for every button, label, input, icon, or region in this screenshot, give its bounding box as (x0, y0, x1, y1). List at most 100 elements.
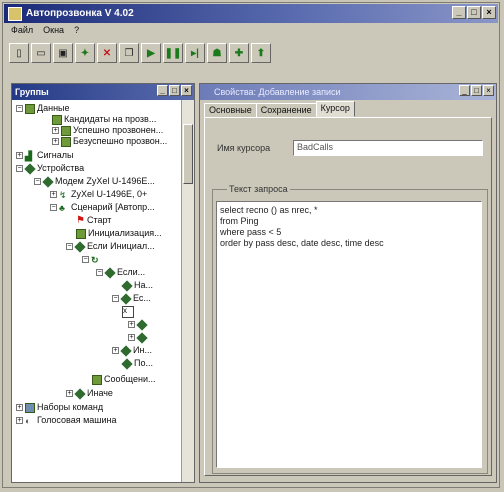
line-icon: ↯ (59, 189, 67, 200)
collapse-icon[interactable]: − (16, 165, 23, 172)
menu-help[interactable]: ? (74, 25, 79, 39)
table-icon (61, 125, 71, 136)
tree-node[interactable]: ⚑ Старт (76, 215, 111, 226)
tree-node[interactable]: Сообщени... (92, 374, 155, 385)
toolbar: ▯ ▭ ▣ ✦ ✕ ❐ ▶ ❚❚ ▸| ☗ ✚ ⬆ (9, 41, 271, 65)
tree-node[interactable]: + Ин... (112, 344, 152, 357)
tab-cursor[interactable]: Курсор (315, 101, 355, 117)
expand-icon[interactable]: + (66, 390, 73, 397)
variable-icon: x (122, 305, 134, 318)
new-icon[interactable]: ▯ (9, 43, 29, 63)
condition-icon (74, 387, 86, 400)
panel-close-button[interactable]: × (483, 85, 494, 96)
tree-node[interactable]: − Устройства (16, 162, 84, 175)
groups-panel: Группы _ □ × − Данные Кандидаты на прозв.… (11, 83, 195, 483)
table-icon (61, 136, 71, 147)
condition-icon (104, 266, 116, 279)
properties-panel: Свойства: Добавление записи _ □ × Основн… (199, 83, 497, 483)
tree-node[interactable]: + ▟ Сигналы (16, 150, 74, 161)
user-icon[interactable]: ☗ (207, 43, 227, 63)
expand-icon[interactable]: + (50, 191, 57, 198)
copy-icon[interactable]: ❐ (119, 43, 139, 63)
expand-icon[interactable]: + (128, 334, 135, 341)
expand-icon[interactable]: + (52, 138, 59, 145)
device-icon (24, 162, 36, 175)
tree-node[interactable]: − ♣ Сценарий [Автопр... (50, 202, 155, 213)
settings-icon[interactable]: ✚ (229, 43, 249, 63)
menu-windows[interactable]: Окна (43, 25, 64, 39)
groups-scrollbar[interactable] (181, 100, 194, 482)
menu-file[interactable]: Файл (11, 25, 33, 39)
panel-minimize-button[interactable]: _ (459, 85, 470, 96)
tree-node[interactable]: Кандидаты на прозв... (52, 114, 156, 125)
tree-node[interactable]: − Ес... (112, 292, 151, 305)
collapse-icon[interactable]: − (34, 178, 41, 185)
minimize-button[interactable]: _ (452, 6, 466, 19)
save-icon[interactable]: ▣ (53, 43, 73, 63)
action-icon (121, 279, 133, 292)
panel-maximize-button[interactable]: □ (471, 85, 482, 96)
action-icon (136, 331, 148, 344)
action-icon (76, 228, 86, 239)
expand-icon[interactable]: + (16, 417, 23, 424)
expand-icon[interactable]: + (128, 321, 135, 328)
panel-maximize-button[interactable]: □ (169, 85, 180, 96)
query-group-title: Текст запроса (227, 184, 290, 194)
menu-bar: Файл Окна ? (11, 25, 79, 39)
window-controls: _ □ × (452, 6, 496, 19)
delete-icon[interactable]: ✕ (97, 43, 117, 63)
cursor-name-field[interactable]: BadCalls (293, 140, 483, 156)
tree-node[interactable]: + Безуспешно прозвон... (52, 136, 167, 147)
maximize-button[interactable]: □ (467, 6, 481, 19)
play-icon[interactable]: ▶ (141, 43, 161, 63)
collapse-icon[interactable]: − (82, 256, 89, 263)
tree-node[interactable]: Инициализация... (76, 228, 162, 239)
message-icon (92, 374, 102, 385)
panel-close-button[interactable]: × (181, 85, 192, 96)
tree-node-selected[interactable]: − ↻ (82, 254, 153, 265)
collapse-icon[interactable]: − (16, 105, 23, 112)
groups-panel-controls: _ □ × (157, 85, 192, 96)
tree-node[interactable]: − Модем ZyXel U-1496E... (34, 175, 155, 188)
app-icon (8, 6, 22, 21)
step-icon[interactable]: ▸| (185, 43, 205, 63)
scroll-thumb[interactable] (183, 124, 193, 184)
tree-node[interactable]: + (128, 331, 149, 344)
properties-panel-title: Свойства: Добавление записи _ □ × (200, 84, 496, 100)
action-icon (120, 344, 132, 357)
help-icon[interactable]: ⬆ (251, 43, 271, 63)
panel-minimize-button[interactable]: _ (157, 85, 168, 96)
tree-node[interactable]: − Если Инициал... (66, 240, 155, 253)
close-button[interactable]: × (482, 6, 496, 19)
collapse-icon[interactable]: − (112, 295, 119, 302)
pause-icon[interactable]: ❚❚ (163, 43, 183, 63)
tree-node[interactable]: x (122, 305, 136, 318)
collapse-icon[interactable]: − (66, 243, 73, 250)
collapse-icon[interactable]: − (50, 204, 57, 211)
expand-icon[interactable]: + (112, 347, 119, 354)
tree-node[interactable]: + ◐ Голосовая машина (16, 415, 117, 426)
query-text-area[interactable]: select recno () as nrec, * from Ping whe… (216, 201, 482, 468)
tree-node[interactable]: На... (121, 279, 153, 292)
expand-icon[interactable]: + (16, 404, 23, 411)
action-icon (136, 318, 148, 331)
modem-icon (42, 175, 54, 188)
tree-node[interactable]: − Данные (16, 103, 70, 114)
tree-node[interactable]: + ↯ ZyXel U-1496E, 0+ (50, 189, 147, 200)
tree-node[interactable]: + Иначе (66, 387, 113, 400)
tree-node[interactable]: + Наборы команд (16, 402, 103, 413)
tree-node[interactable]: По... (121, 357, 153, 370)
expand-icon[interactable]: + (16, 152, 23, 159)
open-icon[interactable]: ▭ (31, 43, 51, 63)
tree-node[interactable]: − Если... (96, 266, 145, 279)
collapse-icon[interactable]: − (96, 269, 103, 276)
tree-node[interactable]: + (128, 318, 149, 331)
start-flag-icon: ⚑ (76, 215, 85, 226)
tree-node[interactable]: + Успешно прозвонен... (52, 125, 163, 136)
add-icon[interactable]: ✦ (75, 43, 95, 63)
main-window: Автопрозвонка V 4.02 _ □ × Файл Окна ? ▯… (2, 2, 500, 488)
signal-icon: ▟ (25, 150, 32, 161)
properties-title-text: Свойства: Добавление записи (214, 87, 341, 97)
expand-icon[interactable]: + (52, 127, 59, 134)
scenario-icon: ♣ (59, 202, 65, 213)
